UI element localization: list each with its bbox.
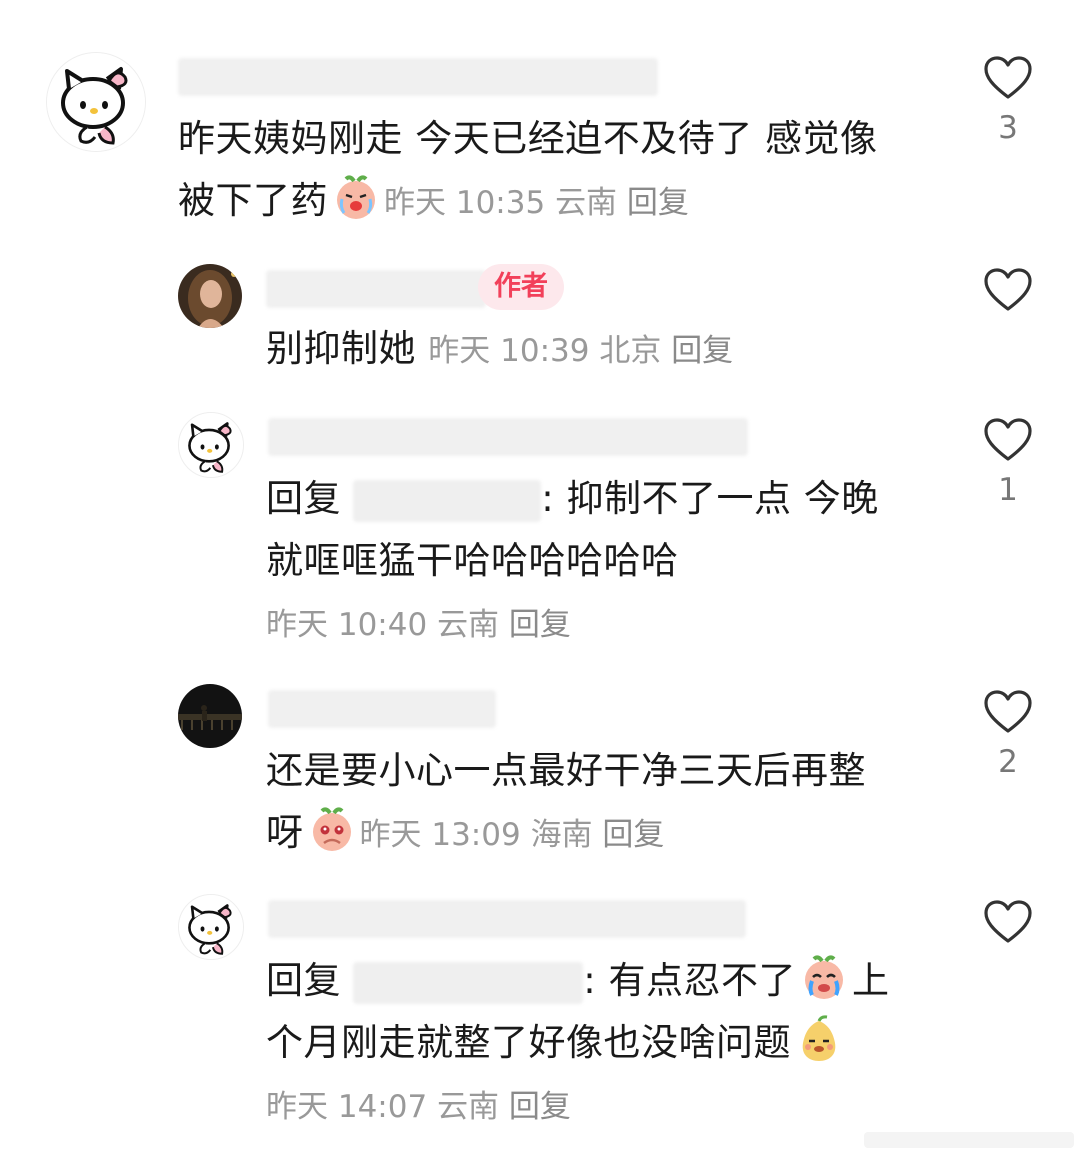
comment-timestamp: 昨天 10:39 bbox=[428, 333, 590, 369]
heart-outline-icon bbox=[984, 690, 1032, 733]
reply-button[interactable]: 回复 bbox=[671, 333, 733, 369]
comment-location: 云南 bbox=[437, 607, 500, 643]
like-button[interactable] bbox=[978, 900, 1038, 944]
username-blurred[interactable] bbox=[178, 58, 658, 96]
comment-line: 个月刚走就整了好像也没啥问题 bbox=[266, 1012, 966, 1074]
comment-text: 回复 : 抑制不了一点 今晚 就哐哐猛干哈哈哈哈哈哈 昨天 10:40 云南 回… bbox=[266, 468, 966, 656]
comment-line: 被下了药 昨天 10:35 云南 回复 bbox=[178, 170, 958, 234]
user-avatar-dark[interactable] bbox=[178, 684, 242, 748]
watermark bbox=[864, 1126, 1074, 1154]
comment-timestamp: 昨天 14:07 bbox=[266, 1089, 428, 1125]
comment-text: 回复 : 有点忍不了 上 个月刚走就整了好像也没啥问题 昨天 14:07 云南 … bbox=[266, 950, 966, 1138]
comment-line: 呀 昨天 13:09 海南 回复 bbox=[266, 802, 966, 866]
reply-prefix: 回复 bbox=[266, 959, 341, 1002]
comment-line: 就哐哐猛干哈哈哈哈哈哈 bbox=[266, 539, 679, 582]
comment-timestamp: 昨天 10:40 bbox=[266, 607, 428, 643]
mentioned-user-blurred[interactable] bbox=[353, 479, 542, 522]
portrait-photo-icon bbox=[178, 264, 242, 328]
like-count: 3 bbox=[998, 110, 1018, 146]
comment-text: 别抑制她 昨天 10:39 北京 回复 bbox=[266, 318, 966, 382]
comment-line-text: : 抑制不了一点 今晚 bbox=[541, 477, 879, 520]
heart-outline-icon bbox=[984, 268, 1032, 311]
comment-location: 云南 bbox=[437, 1089, 500, 1125]
comment-meta: 昨天 10:40 云南 回复 bbox=[266, 592, 966, 656]
comment-line-text: 呀 bbox=[266, 811, 304, 854]
comment-text: 昨天姨妈刚走 今天已经迫不及待了 感觉像 被下了药 昨天 10:35 云南 回复 bbox=[178, 108, 958, 234]
username-blurred[interactable] bbox=[268, 418, 748, 456]
shy-peach-emoji-icon bbox=[308, 805, 356, 853]
reply-button[interactable]: 回复 bbox=[627, 185, 689, 221]
smug-pear-emoji-icon bbox=[795, 1015, 843, 1063]
like-button[interactable]: 1 bbox=[978, 418, 1038, 508]
user-avatar-hellokitty[interactable] bbox=[178, 412, 244, 478]
comment-line: 昨天姨妈刚走 今天已经迫不及待了 感觉像 bbox=[178, 117, 878, 160]
hello-kitty-icon bbox=[179, 413, 243, 477]
hello-kitty-icon bbox=[47, 53, 145, 151]
comment-line-text: 别抑制她 bbox=[266, 327, 416, 370]
comment-timestamp: 昨天 10:35 bbox=[384, 185, 546, 221]
reply-button[interactable]: 回复 bbox=[602, 817, 664, 853]
comment-line-text: 被下了药 bbox=[178, 179, 328, 222]
comment-timestamp: 昨天 13:09 bbox=[359, 817, 521, 853]
user-avatar-hellokitty[interactable] bbox=[178, 894, 244, 960]
comment-line: 回复 : 有点忍不了 上 bbox=[266, 950, 966, 1012]
heart-outline-icon bbox=[984, 418, 1032, 461]
comment-line-text: : 有点忍不了 bbox=[583, 959, 796, 1002]
mentioned-user-blurred[interactable] bbox=[353, 961, 584, 1004]
username-blurred[interactable] bbox=[268, 690, 496, 728]
comment-line: 回复 : 抑制不了一点 今晚 bbox=[266, 468, 966, 530]
comment-location: 海南 bbox=[530, 817, 593, 853]
comment-location: 北京 bbox=[599, 333, 662, 369]
teary-peach-emoji-icon bbox=[800, 953, 848, 1001]
like-button[interactable] bbox=[978, 268, 1038, 312]
comment-line-text: 上 bbox=[852, 959, 890, 1002]
like-count: 2 bbox=[998, 744, 1018, 780]
comment-text: 还是要小心一点最好干净三天后再整 呀 昨天 13:09 海南 回复 bbox=[266, 740, 966, 866]
crying-peach-emoji-icon bbox=[332, 173, 380, 221]
author-name-blurred[interactable] bbox=[266, 270, 486, 308]
night-scene-photo-icon bbox=[178, 684, 242, 748]
heart-outline-icon bbox=[984, 900, 1032, 943]
comment-meta: 昨天 14:07 云南 回复 bbox=[266, 1074, 966, 1138]
comment-location: 云南 bbox=[555, 185, 618, 221]
like-button[interactable]: 2 bbox=[978, 690, 1038, 780]
heart-outline-icon bbox=[984, 56, 1032, 99]
username-blurred[interactable] bbox=[268, 900, 746, 938]
user-avatar-hellokitty[interactable] bbox=[46, 52, 146, 152]
author-avatar[interactable] bbox=[178, 264, 242, 328]
hello-kitty-icon bbox=[179, 895, 243, 959]
comment-line: 还是要小心一点最好干净三天后再整 bbox=[266, 749, 866, 792]
like-button[interactable]: 3 bbox=[978, 56, 1038, 146]
reply-button[interactable]: 回复 bbox=[509, 607, 571, 643]
reply-button[interactable]: 回复 bbox=[509, 1089, 571, 1125]
like-count: 1 bbox=[998, 472, 1018, 508]
reply-prefix: 回复 bbox=[266, 477, 341, 520]
author-badge: 作者 bbox=[478, 264, 564, 310]
comment-line-text: 个月刚走就整了好像也没啥问题 bbox=[266, 1021, 791, 1064]
